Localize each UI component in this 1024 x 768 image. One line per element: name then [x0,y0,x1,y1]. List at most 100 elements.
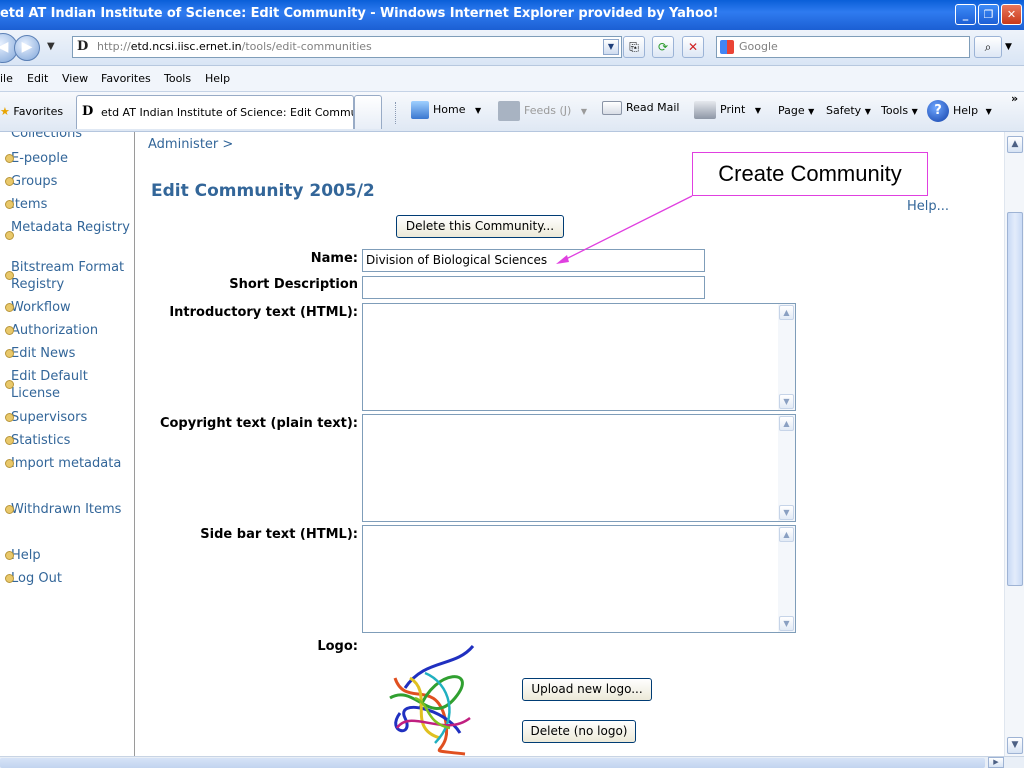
recent-pages-dropdown-icon[interactable]: ▼ [47,41,55,52]
logo-label: Logo: [317,639,358,654]
delete-community-button[interactable]: Delete this Community... [396,215,564,238]
scroll-thumb[interactable] [1007,212,1023,586]
textarea-scrollbar[interactable]: ▲ ▼ [778,415,795,521]
print-button[interactable]: Print ▼ [694,101,761,119]
create-community-callout: Create Community [692,152,928,196]
page-label: Page [778,104,805,117]
sidebar-item-bitstream-format-registry[interactable]: Bitstream Format Registry [5,259,135,293]
menu-tools[interactable]: Tools [164,72,191,85]
search-input[interactable]: Google [716,36,970,58]
short-description-input[interactable] [362,276,705,299]
tools-dropdown-icon: ▼ [911,107,918,116]
scroll-down-icon[interactable]: ▼ [779,394,794,409]
sidebar-item-edit-default-license[interactable]: Edit Default License [5,368,135,402]
print-dropdown-icon: ▼ [754,106,761,115]
browser-tab-active[interactable]: D etd AT Indian Institute of Science: Ed… [76,95,354,129]
breadcrumb[interactable]: Administer > [148,137,233,152]
page-menu-button[interactable]: Page ▼ [778,104,814,117]
refresh-icon[interactable]: ⟳ [652,36,674,58]
introductory-text-textarea[interactable]: ▲ ▼ [362,303,796,411]
sidebar-item-workflow[interactable]: Workflow [5,299,135,316]
sidebar-item-supervisors[interactable]: Supervisors [5,409,135,426]
scroll-right-icon[interactable]: ▶ [988,757,1004,768]
sidebar-item-items[interactable]: Items [5,196,135,213]
scroll-down-icon[interactable]: ▼ [779,505,794,520]
horizontal-scroll-thumb[interactable] [0,758,985,768]
search-options-icon[interactable]: ▼ [1005,42,1012,52]
short-description-label: Short Description [229,277,358,292]
menu-edit[interactable]: Edit [27,72,48,85]
bullet-icon [5,380,14,389]
sidebar-item-collections[interactable]: Collections [11,132,135,142]
search-button[interactable]: ⌕ [974,36,1002,58]
page-vertical-scrollbar[interactable]: ▲ ▼ [1004,132,1024,756]
sidebar-item-authorization[interactable]: Authorization [5,322,135,339]
url-protocol: http:// [97,40,131,53]
help-menu-button[interactable]: ? Help ▼ [927,100,992,122]
copyright-text-textarea[interactable]: ▲ ▼ [362,414,796,522]
scroll-up-icon[interactable]: ▲ [1007,136,1023,153]
sidebar-item-e-people[interactable]: E-people [5,150,135,167]
sidebar-item-label: Authorization [11,323,99,338]
tools-menu-button[interactable]: Tools ▼ [881,104,918,117]
read-mail-button[interactable]: Read Mail [602,101,679,115]
page-dropdown-icon: ▼ [808,107,815,116]
forward-arrow-icon: ▶ [21,39,33,55]
sidebar-item-metadata-registry[interactable]: Metadata Registry [5,219,135,240]
scroll-up-icon[interactable]: ▲ [779,305,794,320]
menu-view[interactable]: View [62,72,88,85]
tools-label: Tools [881,104,909,117]
page-title: Edit Community 2005/2 [151,181,375,201]
window-title: etd AT Indian Institute of Science: Edit… [0,6,719,21]
forward-button[interactable]: ▶ [14,35,40,61]
safety-menu-button[interactable]: Safety ▼ [826,104,871,117]
sidebar-item-label: Edit News [11,346,76,361]
address-input[interactable]: D http://etd.ncsi.iisc.ernet.in/tools/ed… [72,36,622,58]
menu-favorites[interactable]: Favorites [101,72,151,85]
restore-button[interactable]: ❐ [978,4,999,25]
bullet-icon [5,154,14,163]
window-title-bar[interactable]: etd AT Indian Institute of Science: Edit… [0,0,1024,30]
printer-icon [694,101,716,119]
site-favicon-icon: D [77,39,89,54]
tab-title: etd AT Indian Institute of Science: Edit… [101,106,354,119]
home-button[interactable]: Home ▼ [411,101,481,119]
tab-favicon-icon: D [82,104,94,119]
minimize-button[interactable]: _ [955,4,976,25]
compatibility-view-icon[interactable]: ⎘ [623,36,645,58]
scroll-up-icon[interactable]: ▲ [779,527,794,542]
new-tab-button[interactable] [354,95,382,129]
scroll-down-icon[interactable]: ▼ [1007,737,1023,754]
favorites-button[interactable]: ★ Favorites [0,105,63,118]
bullet-icon [5,177,14,186]
favorites-bar: ★ Favorites D etd AT Indian Institute of… [0,92,1024,132]
sidebar-item-statistics[interactable]: Statistics [5,432,135,449]
address-dropdown-icon[interactable]: ▼ [603,39,619,55]
scroll-down-icon[interactable]: ▼ [779,616,794,631]
stop-icon[interactable]: ✕ [682,36,704,58]
help-link[interactable]: Help... [907,199,949,214]
close-button[interactable]: ✕ [1001,4,1022,25]
page-horizontal-scrollbar[interactable]: ▶ [0,756,1024,768]
bullet-icon [5,551,14,560]
side-bar-text-textarea[interactable]: ▲ ▼ [362,525,796,633]
menu-file[interactable]: ile [0,72,13,85]
sidebar-item-help[interactable]: Help [5,547,135,564]
feeds-button[interactable]: Feeds (J) ▼ [498,101,587,121]
main-panel: Administer > Edit Community 2005/2 Help.… [135,132,1004,756]
side-bar-text-label: Side bar text (HTML): [200,527,358,542]
sidebar-item-withdrawn-items[interactable]: Withdrawn Items [5,501,135,518]
scroll-up-icon[interactable]: ▲ [779,416,794,431]
sidebar-item-import-metadata[interactable]: Import metadata [5,455,135,472]
name-input[interactable]: Division of Biological Sciences [362,249,705,272]
delete-logo-button[interactable]: Delete (no logo) [522,720,636,743]
textarea-scrollbar[interactable]: ▲ ▼ [778,526,795,632]
toolbar-overflow-button[interactable]: » [1011,92,1018,105]
sidebar-item-groups[interactable]: Groups [5,173,135,190]
sidebar-item-edit-news[interactable]: Edit News [5,345,135,362]
bullet-icon [5,505,14,514]
textarea-scrollbar[interactable]: ▲ ▼ [778,304,795,410]
sidebar-item-log-out[interactable]: Log Out [5,570,135,587]
upload-new-logo-button[interactable]: Upload new logo... [522,678,652,701]
menu-help[interactable]: Help [205,72,230,85]
